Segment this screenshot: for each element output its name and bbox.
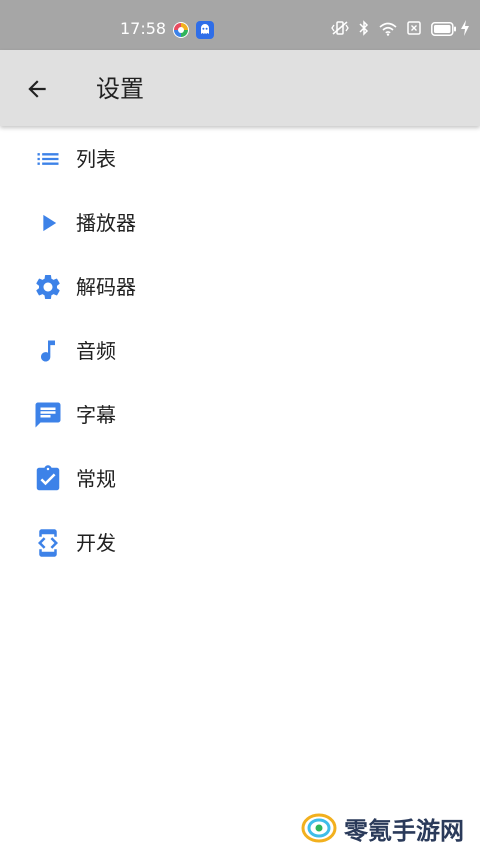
gear-icon (33, 272, 63, 302)
menu-item-label: 开发 (76, 531, 116, 555)
developer-mode-icon (33, 528, 63, 558)
clipboard-check-icon (33, 464, 63, 494)
status-bar: 17:58 (0, 0, 480, 50)
subtitle-message-icon (33, 400, 63, 430)
menu-item-player[interactable]: 播放器 (0, 190, 480, 254)
battery-icon (431, 21, 457, 40)
menu-item-general[interactable]: 常规 (0, 446, 480, 510)
menu-item-label: 音频 (76, 339, 116, 363)
menu-item-subtitles[interactable]: 字幕 (0, 382, 480, 446)
no-sim-icon (407, 20, 421, 40)
bluetooth-icon (359, 20, 369, 40)
watermark-text: 零氪手游网 (344, 816, 464, 845)
settings-menu: 列表 播放器 解码器 音频 字幕 常规 开发 (0, 126, 480, 574)
watermark-logo-icon (301, 813, 337, 843)
play-icon (33, 208, 63, 238)
status-icons (321, 20, 470, 40)
menu-item-label: 解码器 (76, 275, 136, 299)
menu-item-developer[interactable]: 开发 (0, 510, 480, 574)
page-title: 设置 (96, 75, 144, 103)
status-time: 17:58 (120, 19, 167, 38)
music-note-icon (33, 336, 63, 366)
menu-item-list[interactable]: 列表 (0, 126, 480, 190)
menu-item-decoder[interactable]: 解码器 (0, 254, 480, 318)
menu-item-label: 常规 (76, 467, 116, 491)
wifi-icon (379, 21, 397, 40)
arrow-back-icon (28, 80, 46, 98)
charging-icon (460, 20, 470, 40)
app-bar: 设置 (0, 50, 480, 126)
watermark: 零氪手游网 (300, 811, 464, 845)
app-notification-icon (172, 21, 190, 39)
menu-item-label: 字幕 (76, 403, 116, 427)
chat-app-notification-icon (196, 21, 214, 39)
vibrate-off-icon (331, 20, 349, 40)
menu-item-label: 列表 (76, 147, 116, 171)
list-icon (33, 144, 63, 174)
menu-item-audio[interactable]: 音频 (0, 318, 480, 382)
back-button[interactable] (20, 72, 54, 106)
menu-item-label: 播放器 (76, 211, 136, 235)
